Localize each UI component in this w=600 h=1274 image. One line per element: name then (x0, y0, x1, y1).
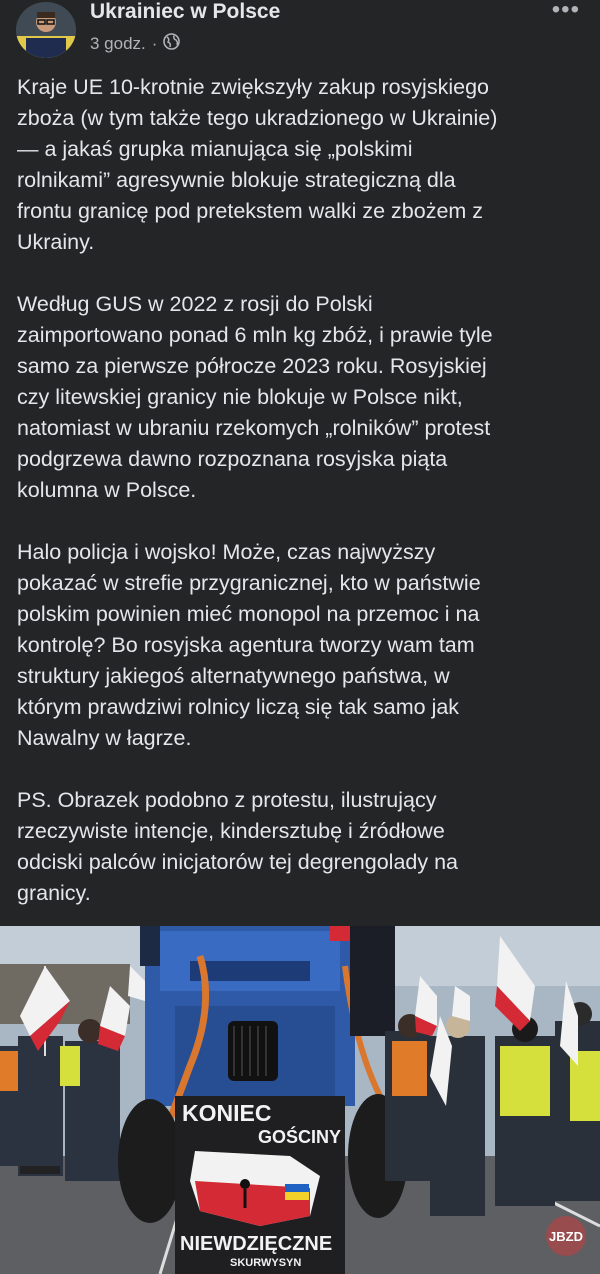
post-paragraph: Według GUS w 2022 z rosji do Polski zaim… (17, 292, 493, 502)
post-paragraph: Halo policja i wojsko! Może, czas najwyż… (17, 540, 481, 750)
post-photo[interactable]: KONIEC GOŚCINY NIEWDZIĘCZNE SKURWYSYN JB… (0, 926, 600, 1274)
banner-text-top2: GOŚCINY (258, 1126, 341, 1147)
banner-text-bottom: NIEWDZIĘCZNE (180, 1233, 332, 1255)
watermark-logo: JBZD (546, 1216, 586, 1256)
globe-icon (163, 33, 181, 55)
post-meta: 3 godz. · (90, 33, 181, 55)
author-name[interactable]: Ukrainiec w Polsce (90, 0, 280, 24)
post-time[interactable]: 3 godz. (90, 34, 146, 54)
more-options-button[interactable]: ••• (552, 0, 580, 24)
banner-text-bottom2: SKURWYSYN (230, 1257, 301, 1269)
meta-separator: · (151, 34, 158, 53)
post-body: Kraje UE 10-krotnie zwiększyły zakup ros… (17, 72, 587, 940)
post-paragraph: Kraje UE 10-krotnie zwiększyły zakup ros… (17, 75, 498, 254)
post-paragraph: PS. Obrazek podobno z protestu, ilustruj… (17, 788, 459, 905)
avatar[interactable] (16, 2, 76, 58)
banner-text-top: KONIEC (182, 1100, 271, 1126)
post-header: Ukrainiec w Polsce 3 godz. · ••• (0, 0, 600, 62)
